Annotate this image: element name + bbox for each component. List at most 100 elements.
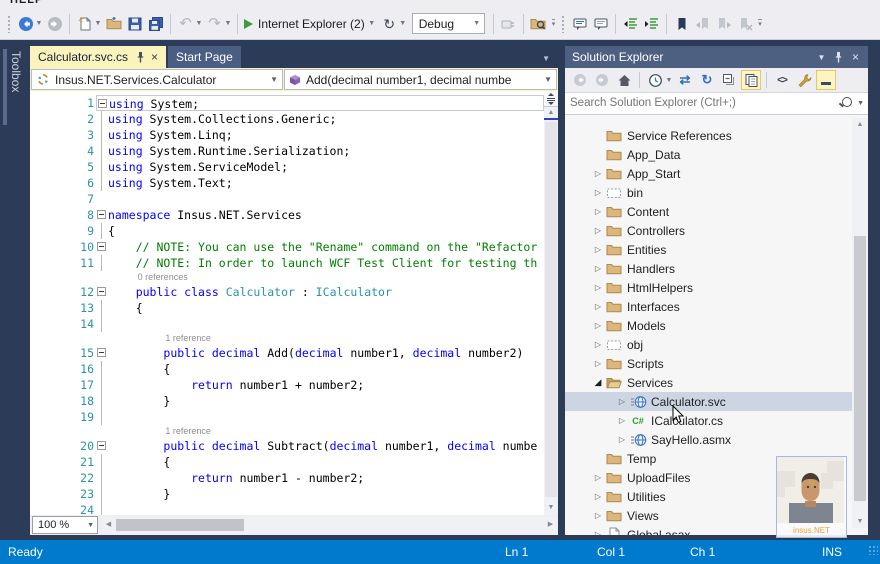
undo-icon-caret-icon[interactable]: ▼	[195, 20, 203, 27]
expander-icon[interactable]: ◢	[591, 377, 605, 388]
toolbar-overflow-icon[interactable]: ▾	[551, 18, 556, 29]
navigate-back-icon-caret-icon[interactable]: ▼	[35, 20, 43, 27]
se-pending-changes-icon[interactable]	[645, 70, 665, 90]
expander-icon[interactable]: ▷	[591, 492, 605, 501]
tree-item-handlers[interactable]: ▷ Handlers	[565, 259, 852, 278]
expander-icon[interactable]: ▷	[591, 169, 605, 178]
scroll-left-icon[interactable]: ◀	[102, 517, 115, 533]
tree-item-app-start[interactable]: ▷ App_Start	[565, 164, 852, 183]
refresh-icon[interactable]: ↻	[379, 13, 400, 35]
toolbox-scrollbar[interactable]	[3, 49, 7, 125]
tree-item-entities[interactable]: ▷ Entities	[565, 240, 852, 259]
scroll-right-icon[interactable]: ▶	[544, 517, 557, 533]
navigate-back-icon[interactable]	[15, 13, 36, 35]
tree-item-bin[interactable]: ▷ bin	[565, 183, 852, 202]
scroll-up-icon[interactable]: ▲	[852, 118, 868, 131]
tree-item-interfaces[interactable]: ▷ Interfaces	[565, 297, 852, 316]
toolbar-grip[interactable]	[561, 14, 567, 33]
attach-to-process-icon[interactable]	[498, 13, 519, 35]
expander-icon[interactable]: ▷	[591, 359, 605, 368]
tree-item-controllers[interactable]: ▷ Controllers	[565, 221, 852, 240]
tree-item-service-references[interactable]: Service References	[565, 126, 852, 145]
tree-item-content[interactable]: ▷ Content	[565, 202, 852, 221]
next-bookmark-icon[interactable]	[713, 13, 734, 35]
save-all-icon[interactable]	[145, 13, 166, 35]
tree-item-scripts[interactable]: ▷ Scripts	[565, 354, 852, 373]
new-file-icon[interactable]	[74, 13, 95, 35]
codelens-references[interactable]: 0 references	[30, 271, 544, 284]
uncomment-icon[interactable]	[590, 13, 611, 35]
se-view-code-icon[interactable]: <>	[772, 70, 792, 90]
codelens-references[interactable]: 1 reference	[30, 332, 544, 345]
navigate-forward-icon[interactable]	[44, 13, 65, 35]
se-collapse-all-icon[interactable]	[719, 70, 739, 90]
pin-icon[interactable]	[830, 51, 847, 63]
code-editor-surface[interactable]: 1 using System; 2 using System.Collections.…	[30, 91, 544, 515]
se-home-icon[interactable]	[614, 70, 634, 90]
undo-icon[interactable]: ↶	[175, 13, 196, 35]
scroll-down-icon[interactable]: ▼	[544, 501, 558, 514]
pin-icon[interactable]	[136, 51, 145, 63]
tab-start-page[interactable]: Start Page	[168, 46, 241, 68]
tree-vertical-scrollbar[interactable]: ▲ ▼	[852, 118, 868, 528]
search-icon[interactable]	[842, 97, 852, 107]
expander-icon[interactable]: ▷	[591, 283, 605, 292]
increase-indent-icon[interactable]	[641, 13, 662, 35]
save-icon[interactable]	[124, 13, 145, 35]
fold-toggle-icon[interactable]	[96, 284, 108, 300]
resize-grip[interactable]	[868, 545, 878, 555]
tree-item-sayhello-asmx[interactable]: ▷ SayHello.asmx	[565, 430, 852, 449]
tree-item-services[interactable]: ◢ Services	[565, 373, 852, 392]
expander-icon[interactable]: ▷	[591, 511, 605, 520]
comment-icon[interactable]	[569, 13, 590, 35]
fold-toggle-icon[interactable]	[97, 96, 109, 110]
start-debug-button[interactable]: Internet Explorer (2) ▼	[244, 13, 377, 35]
tab-calculator-svc-cs[interactable]: Calculator.svc.cs ×	[30, 46, 167, 68]
search-input[interactable]	[565, 93, 840, 113]
expander-icon[interactable]: ▷	[591, 188, 605, 197]
expander-icon[interactable]: ▷	[591, 207, 605, 216]
fold-toggle-icon[interactable]	[96, 239, 108, 255]
fold-toggle-icon[interactable]	[96, 207, 108, 223]
vertical-scroll-thumb[interactable]	[545, 122, 557, 497]
redo-icon-caret-icon[interactable]: ▼	[224, 20, 232, 27]
toolbar-overflow-icon[interactable]: ▾	[758, 18, 762, 29]
expander-icon[interactable]: ▷	[591, 340, 605, 349]
fold-toggle-icon[interactable]	[96, 345, 108, 361]
se-preview-icon[interactable]	[816, 70, 836, 90]
open-file-icon[interactable]	[103, 13, 124, 35]
type-dropdown[interactable]: Insus.NET.Services.Calculator ▼	[31, 69, 283, 90]
tree-item-calculator-svc[interactable]: ▷ Calculator.svc	[565, 392, 852, 411]
se-sync-with-active-document-icon[interactable]: ⇄	[675, 70, 695, 90]
close-icon[interactable]: ×	[151, 51, 158, 63]
se-refresh-icon[interactable]: ↻	[697, 70, 717, 90]
new-file-icon-caret-icon[interactable]: ▼	[94, 20, 102, 27]
expander-icon[interactable]: ▷	[615, 435, 629, 444]
tree-item-htmlhelpers[interactable]: ▷ HtmlHelpers	[565, 278, 852, 297]
se-show-all-files-icon[interactable]	[741, 70, 761, 90]
codelens-references[interactable]: 1 reference	[30, 425, 544, 438]
solution-configuration-combo[interactable]: Debug ▼	[411, 13, 485, 34]
member-dropdown[interactable]: Add(decimal number1, decimal numbe ▼	[284, 69, 557, 90]
find-in-files-icon[interactable]	[528, 13, 549, 35]
menu-help[interactable]: HELP	[10, 0, 43, 6]
chevron-down-icon[interactable]: ▼	[857, 100, 864, 107]
editor-horizontal-scrollbar[interactable]: ◀ ▶	[102, 517, 557, 533]
expander-icon[interactable]: ▷	[615, 416, 629, 425]
document-list-caret-icon[interactable]: ▼	[542, 54, 550, 63]
tree-item-obj[interactable]: ▷ obj	[565, 335, 852, 354]
split-editor-handle[interactable]	[544, 91, 558, 107]
expander-icon[interactable]: ▷	[591, 264, 605, 273]
tree-item-app-data[interactable]: App_Data	[565, 145, 852, 164]
horizontal-scroll-thumb[interactable]	[116, 519, 244, 531]
solution-explorer-titlebar[interactable]: Solution Explorer ▼ ×	[565, 46, 868, 68]
se-pending-changes-icon-caret-icon[interactable]: ▼	[665, 77, 673, 84]
redo-icon[interactable]: ↷	[204, 13, 225, 35]
expander-icon[interactable]: ▷	[591, 321, 605, 330]
vertical-scroll-thumb[interactable]	[854, 236, 866, 501]
expander-icon[interactable]: ▷	[615, 397, 629, 406]
decrease-indent-icon[interactable]	[620, 13, 641, 35]
se-back-icon[interactable]	[570, 70, 590, 90]
close-icon[interactable]: ×	[847, 50, 864, 64]
clear-bookmarks-icon[interactable]	[734, 13, 755, 35]
